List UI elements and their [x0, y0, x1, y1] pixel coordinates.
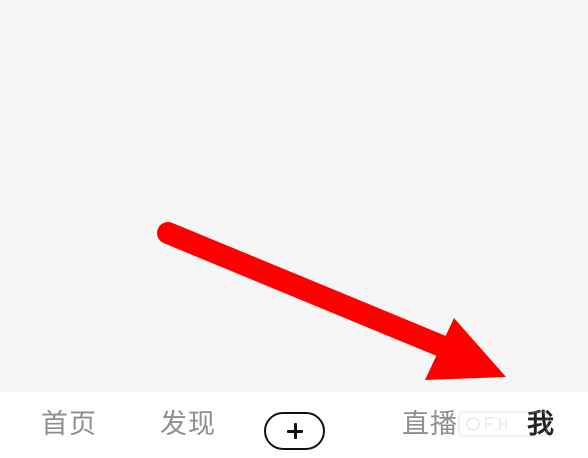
tab-home[interactable]: 首页 [26, 402, 112, 446]
content-area [0, 0, 588, 392]
tab-me[interactable]: 我 [517, 402, 565, 446]
bottom-tab-bar: 首页 发现 直播 我 [0, 392, 588, 458]
tab-live[interactable]: 直播 [387, 402, 473, 446]
create-button[interactable] [264, 412, 325, 450]
tab-discover[interactable]: 发现 [145, 402, 231, 446]
plus-icon [286, 423, 303, 439]
